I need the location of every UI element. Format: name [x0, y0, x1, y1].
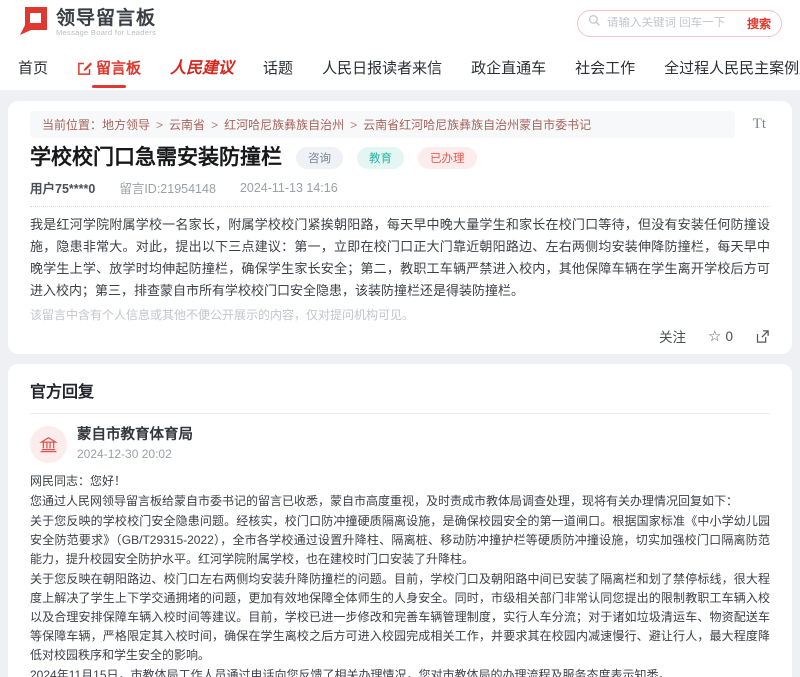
main-nav: 首页 留言板 人民建议 话题 人民日报读者来信 政企直通车 社会工作 全过程人民…	[0, 46, 800, 91]
reply-paragraph: 关于您反映在朝阳路边、校门口左右两侧均安装升降防撞栏的问题。目前，学校门口及朝阳…	[30, 570, 770, 665]
nav-item-gov-business-line[interactable]: 政企直通车	[471, 46, 546, 90]
logo-subtitle: Message Board for Leaders	[56, 28, 156, 37]
reply-header: 蒙自市教育体育局 2024-12-30 20:02	[30, 426, 770, 463]
logo-title: 领导留言板	[56, 9, 156, 29]
tag-field: 教育	[357, 147, 404, 169]
follow-button[interactable]: 关注	[659, 326, 686, 346]
reply-section-title: 官方回复	[30, 374, 770, 402]
page-header: 领导留言板 Message Board for Leaders 搜索	[0, 0, 800, 46]
speech-bubble-logo-icon	[18, 6, 48, 41]
share-button[interactable]	[755, 329, 770, 344]
message-actions: 关注 ☆ 0	[30, 326, 770, 346]
search-icon	[588, 14, 601, 32]
reply-date: 2024-12-30 20:02	[77, 447, 193, 461]
search-input[interactable]	[607, 17, 741, 29]
agency-avatar	[30, 426, 67, 463]
breadcrumb-link-local-leaders[interactable]: 地方领导	[102, 116, 150, 133]
search-button[interactable]: 搜索	[747, 15, 771, 32]
nav-item-topics[interactable]: 话题	[263, 46, 293, 90]
reply-paragraph: 您通过人民网领导留言板给蒙自市委书记的留言已收悉，蒙自市高度重视，及时责成市教体…	[30, 492, 770, 511]
message-card: 当前位置： 地方领导 > 云南省 > 红河哈尼族彝族自治州 > 云南省红河哈尼族…	[8, 101, 792, 354]
reply-paragraph: 网民同志：您好！	[30, 472, 770, 491]
message-date: 2024-11-13 14:16	[240, 181, 338, 195]
message-body: 我是红河学院附属学校一名家长，附属学校校门紧挨朝阳路，每天早中晚大量学生和家长在…	[30, 214, 770, 302]
breadcrumb-row: 当前位置： 地方领导 > 云南省 > 红河哈尼族彝族自治州 > 云南省红河哈尼族…	[30, 111, 770, 138]
agency-name: 蒙自市教育体育局	[77, 426, 193, 445]
text-size-icon[interactable]: Tt	[749, 116, 770, 133]
official-reply-card: 官方回复 蒙自市教育体育局 2024-12-30 20:02 网民	[8, 364, 792, 677]
star-icon: ☆	[708, 327, 721, 345]
nav-item-democracy-cases[interactable]: 全过程人民民主案例库	[664, 46, 800, 90]
message-meta: 用户75****0 留言ID:21954148 2024-11-13 14:16	[30, 178, 770, 197]
star-count: 0	[725, 329, 733, 344]
government-building-icon	[39, 435, 58, 454]
message-id: 留言ID:21954148	[119, 178, 216, 197]
nav-item-social-work[interactable]: 社会工作	[575, 46, 635, 90]
nav-item-message-board[interactable]: 留言板	[77, 46, 141, 90]
breadcrumb-separator: >	[156, 118, 163, 132]
divider	[30, 206, 770, 207]
status-badge: 已办理	[418, 147, 477, 169]
site-logo[interactable]: 领导留言板 Message Board for Leaders	[18, 6, 156, 41]
breadcrumb-link-yunnan[interactable]: 云南省	[169, 116, 205, 133]
tag-category: 咨询	[296, 147, 343, 169]
breadcrumb-link-mengzi-secretary[interactable]: 云南省红河哈尼族彝族自治州蒙自市委书记	[363, 116, 591, 133]
search-box: 搜索	[577, 10, 782, 37]
reply-paragraph: 关于您反映的学校校门安全隐患问题。经核实，校门口防冲撞硬质隔离设施，是确保校园安…	[30, 512, 770, 569]
star-button[interactable]: ☆ 0	[708, 327, 733, 345]
privacy-disclaimer: 该留言中含有个人信息或其他不便公开展示的内容，仅对提问机构可见。	[30, 306, 770, 323]
breadcrumb-separator: >	[350, 118, 357, 132]
message-title: 学校校门口急需安装防撞栏	[30, 145, 282, 171]
reply-paragraph: 2024年11月15日，市教体局工作人员通过电话向您反馈了相关办理情况，您对市教…	[30, 666, 770, 677]
breadcrumb: 当前位置： 地方领导 > 云南省 > 红河哈尼族彝族自治州 > 云南省红河哈尼族…	[30, 111, 735, 138]
nav-item-home[interactable]: 首页	[18, 46, 48, 90]
divider	[30, 413, 770, 414]
content-area: 当前位置： 地方领导 > 云南省 > 红河哈尼族彝族自治州 > 云南省红河哈尼族…	[0, 91, 800, 677]
nav-item-reader-letters[interactable]: 人民日报读者来信	[322, 46, 442, 90]
breadcrumb-label: 当前位置：	[42, 116, 102, 133]
message-user: 用户75****0	[30, 178, 95, 197]
breadcrumb-separator: >	[211, 118, 218, 132]
pencil-square-icon	[77, 61, 92, 76]
reply-body: 网民同志：您好！ 您通过人民网领导留言板给蒙自市委书记的留言已收悉，蒙自市高度重…	[30, 472, 770, 677]
share-icon	[755, 329, 770, 344]
nav-item-people-suggestions[interactable]: 人民建议	[170, 46, 234, 90]
breadcrumb-link-honghe[interactable]: 红河哈尼族彝族自治州	[224, 116, 344, 133]
